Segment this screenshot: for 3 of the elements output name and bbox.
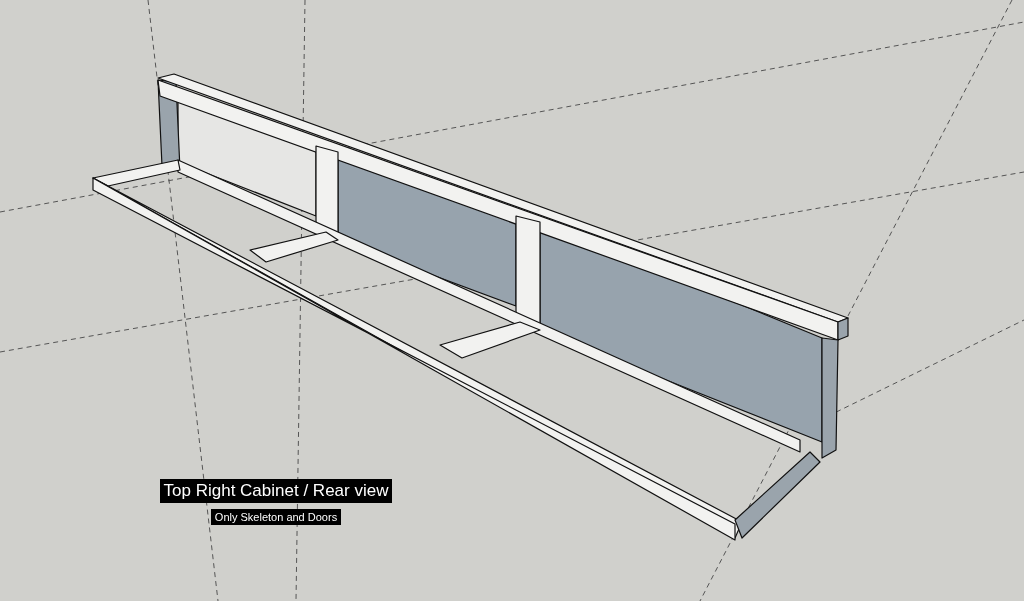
view-title-label: Top Right Cabinet / Rear view	[159, 479, 393, 503]
model-viewport[interactable]: Top Right Cabinet / Rear view Only Skeleton and Doors	[0, 0, 1024, 601]
view-subtitle-label: Only Skeleton and Doors	[210, 509, 342, 525]
